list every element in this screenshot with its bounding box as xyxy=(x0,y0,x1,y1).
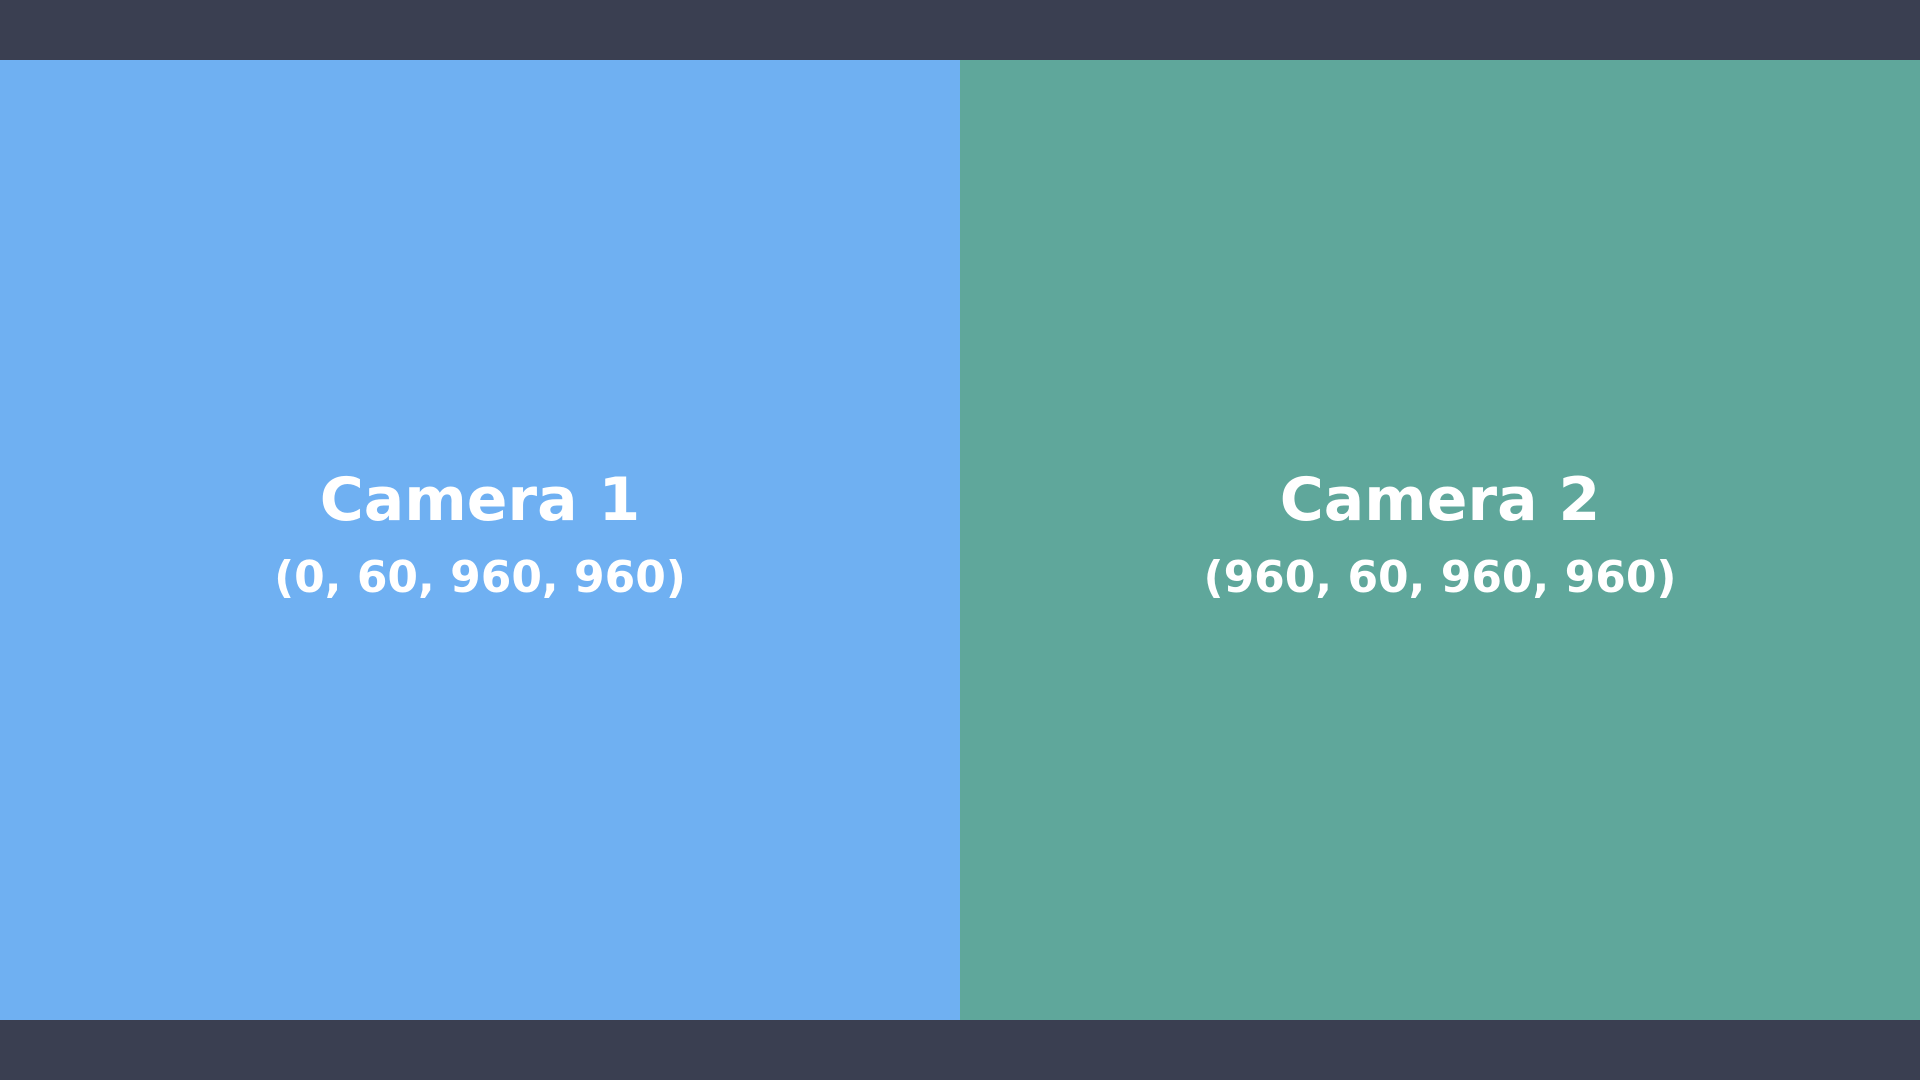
bottom-bar xyxy=(0,1020,1920,1080)
camera-1-coords: (0, 60, 960, 960) xyxy=(274,552,686,603)
top-bar xyxy=(0,0,1920,60)
camera-1-view[interactable]: Camera 1 (0, 60, 960, 960) xyxy=(0,60,960,1020)
camera-frame: Camera 1 (0, 60, 960, 960) Camera 2 (960… xyxy=(0,0,1920,1080)
camera-2-title: Camera 2 xyxy=(1279,465,1601,535)
camera-2-coords: (960, 60, 960, 960) xyxy=(1203,552,1677,603)
camera-1-title: Camera 1 xyxy=(319,465,641,535)
camera-2-view[interactable]: Camera 2 (960, 60, 960, 960) xyxy=(960,60,1920,1020)
camera-views: Camera 1 (0, 60, 960, 960) Camera 2 (960… xyxy=(0,60,1920,1020)
